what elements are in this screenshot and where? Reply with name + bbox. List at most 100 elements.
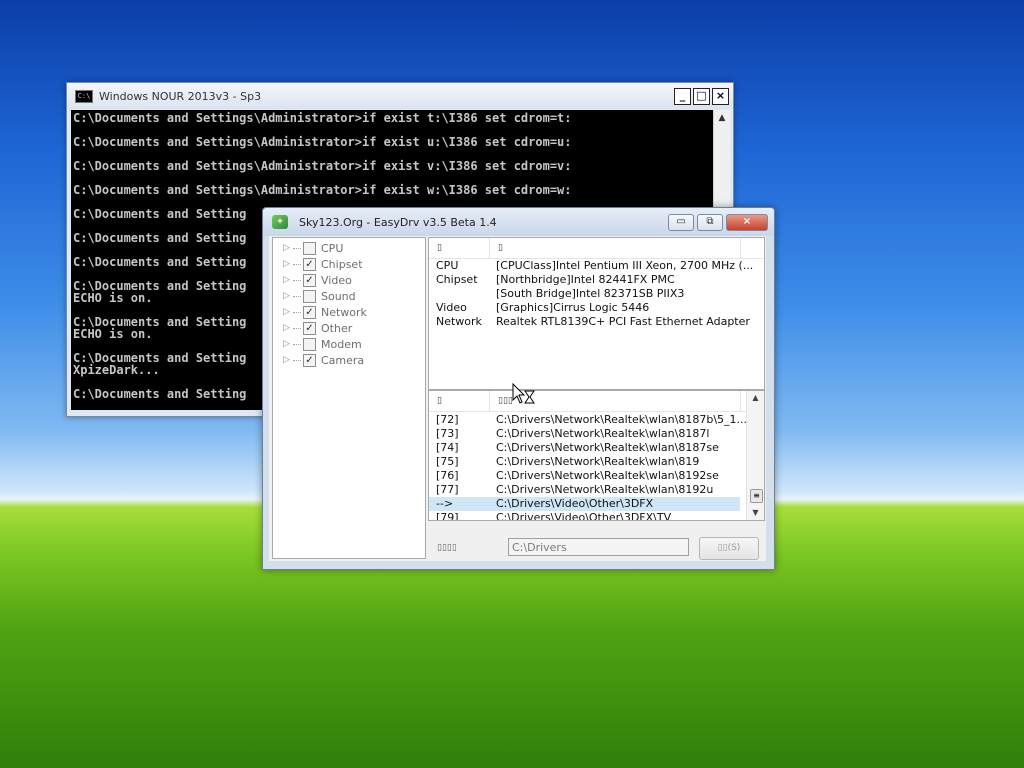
expand-arrow-icon[interactable]: ▷ [283,291,293,301]
app-icon: ✦ [272,215,288,229]
path-index: [72] [436,413,459,426]
path-row[interactable]: [75] C:\Drivers\Network\Realtek\wlan\819 [429,455,740,469]
path-index: [73] [436,427,459,440]
tree-item-label: Camera [321,353,365,367]
minimize-button[interactable]: _ [674,88,691,105]
easydrv-window-title: Sky123.Org - EasyDrv v3.5 Beta 1.4 [299,216,497,229]
category-checkbox[interactable] [303,337,316,351]
path-row[interactable]: --> C:\Drivers\Video\Other\3DFX [429,497,740,511]
info-device: CPU [436,259,459,272]
path-value: C:\Drivers\Network\Realtek\wlan\8192u [496,483,714,496]
path-value: C:\Drivers\Network\Realtek\wlan\8187b\5_… [496,413,748,426]
expand-arrow-icon[interactable]: ▷ [283,339,293,349]
close-button[interactable]: × [712,88,729,105]
driver-path-list[interactable]: ▯ ▯▯▯ [72] C:\Drivers\Network\Realtek\wla… [428,390,765,521]
cmd-window-controls: _ □ × [672,88,729,105]
path-index: [74] [436,441,459,454]
info-list-header: ▯ ▯ [429,238,764,259]
path-row[interactable]: [73] C:\Drivers\Network\Realtek\wlan\8187… [429,427,740,441]
tree-item-other[interactable]: ▷ ✓ Other [283,320,352,336]
path-index: [76] [436,469,459,482]
path-value: C:\Drivers\Network\Realtek\wlan\8187se [496,441,719,454]
busy-cursor-icon [512,383,535,404]
info-detail: [CPUClass]Intel Pentium III Xeon, 2700 M… [496,259,754,272]
category-checkbox[interactable]: ✓ [303,353,316,367]
path-list-scrollbar[interactable]: ▲ ≡ ▼ [746,391,764,520]
path-index: [79] [436,511,459,521]
path-value: C:\Drivers\Network\Realtek\wlan\8192se [496,469,719,482]
tree-item-network[interactable]: ▷ ✓ Network [283,304,367,320]
tree-item-label: Network [321,305,367,319]
console-icon: C:\ [75,89,93,103]
info-detail: [Graphics]Cirrus Logic 5446 [496,301,650,314]
restore-button[interactable]: ⧉ [697,214,723,231]
easydrv-window-controls: ▭ ⧉ × [665,214,768,231]
close-button[interactable]: × [726,214,768,231]
browse-button[interactable]: ▯▯(S) [699,537,759,560]
tree-item-label: Other [321,321,353,335]
tree-item-cpu[interactable]: ▷ CPU [283,240,343,256]
tree-item-modem[interactable]: ▷ Modem [283,336,362,352]
tree-item-label: Video [321,273,352,287]
tree-connector [293,279,301,281]
tree-item-sound[interactable]: ▷ Sound [283,288,356,304]
category-checkbox[interactable] [303,241,316,255]
tree-item-video[interactable]: ▷ ✓ Video [283,272,352,288]
path-column-header-1[interactable]: ▯ [429,391,490,411]
scroll-down-icon[interactable]: ▼ [747,506,764,520]
path-value: C:\Drivers\Network\Realtek\wlan\8187l [496,427,710,440]
tree-connector [293,263,301,265]
path-value: C:\Drivers\Video\Other\3DFX\TV [496,511,672,521]
scroll-thumb[interactable]: ≡ [750,489,763,503]
path-value: C:\Drivers\Network\Realtek\wlan\819 [496,455,700,468]
easydrv-titlebar[interactable]: ✦ Sky123.Org - EasyDrv v3.5 Beta 1.4 ▭ ⧉… [263,208,774,236]
category-checkbox[interactable]: ✓ [303,257,316,271]
tree-connector [293,247,301,249]
category-checkbox[interactable] [303,289,316,303]
tree-item-label: Modem [321,337,362,351]
tree-connector [293,359,301,361]
info-column-header-2[interactable]: ▯ [490,238,741,258]
info-detail: [Northbridge]Intel 82441FX PMC [496,273,675,286]
tree-item-label: Chipset [321,257,363,271]
expand-arrow-icon[interactable]: ▷ [283,243,293,253]
path-label: ▯▯▯▯ [437,543,457,553]
category-checkbox[interactable]: ✓ [303,273,316,287]
scroll-up-icon[interactable]: ▲ [714,110,730,126]
path-list-header: ▯ ▯▯▯ [429,391,747,412]
path-row[interactable]: [72] C:\Drivers\Network\Realtek\wlan\8187… [429,413,747,427]
path-row[interactable]: [74] C:\Drivers\Network\Realtek\wlan\8187… [429,441,740,455]
cmd-window-title: Windows NOUR 2013v3 - Sp3 [99,89,262,103]
info-detail: [South Bridge]Intel 82371SB PIIX3 [496,287,685,300]
expand-arrow-icon[interactable]: ▷ [283,323,293,333]
scroll-up-icon[interactable]: ▲ [747,391,764,405]
driver-category-tree: ▷ CPU ▷ ✓ Chipset ▷ ✓ Video ▷ Sound ▷ ✓ Network ▷ ✓ Oth… [272,237,426,559]
info-device: Network [436,315,482,328]
expand-arrow-icon[interactable]: ▷ [283,307,293,317]
tree-item-label: CPU [321,241,344,255]
hardware-info-list: ▯ ▯ CPU [CPUClass]Intel Pentium III Xeon,… [428,237,765,390]
driver-path-input[interactable]: C:\Drivers [508,538,689,556]
tree-item-label: Sound [321,289,356,303]
path-row[interactable]: [79] C:\Drivers\Video\Other\3DFX\TV [429,511,740,521]
tree-connector [293,343,301,345]
expand-arrow-icon[interactable]: ▷ [283,275,293,285]
tree-connector [293,295,301,297]
category-checkbox[interactable]: ✓ [303,321,316,335]
path-row[interactable]: [76] C:\Drivers\Network\Realtek\wlan\8192… [429,469,740,483]
category-checkbox[interactable]: ✓ [303,305,316,319]
tree-item-chipset[interactable]: ▷ ✓ Chipset [283,256,363,272]
minimize-button[interactable]: ▭ [668,214,694,231]
path-value: C:\Drivers\Video\Other\3DFX [496,497,654,510]
maximize-button[interactable]: □ [693,88,710,105]
info-detail: Realtek RTL8139C+ PCI Fast Ethernet Adap… [496,315,750,328]
tree-item-camera[interactable]: ▷ ✓ Camera [283,352,364,368]
expand-arrow-icon[interactable]: ▷ [283,259,293,269]
path-index: [77] [436,483,459,496]
expand-arrow-icon[interactable]: ▷ [283,355,293,365]
path-index: [75] [436,455,459,468]
info-column-header-1[interactable]: ▯ [429,238,490,258]
cmd-titlebar[interactable]: C:\ Windows NOUR 2013v3 - Sp3 _ □ × [67,83,733,109]
path-row[interactable]: [77] C:\Drivers\Network\Realtek\wlan\8192… [429,483,740,497]
tree-connector [293,311,301,313]
